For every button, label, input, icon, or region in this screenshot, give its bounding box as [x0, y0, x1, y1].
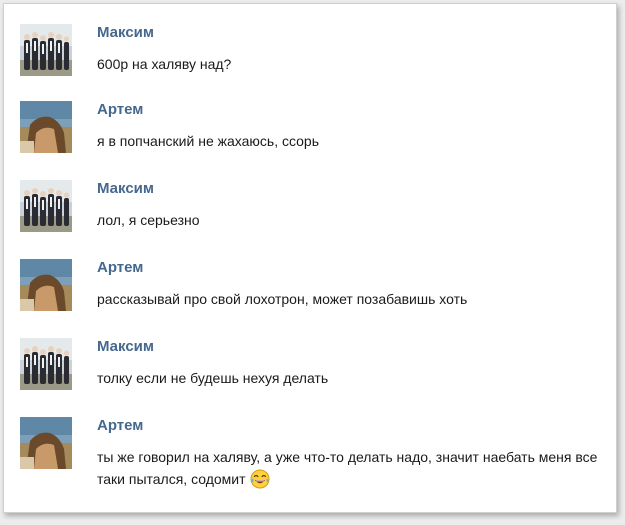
group-photo-icon[interactable]: [20, 24, 72, 76]
message-author[interactable]: Артем: [97, 417, 143, 434]
message-author[interactable]: Максим: [97, 338, 154, 355]
dialog-screenshot: Максим 600р на халяву над? Артем я в поп…: [3, 3, 617, 513]
message-text: лол, я серьезно: [97, 212, 200, 228]
message-text: толку если не будешь нехуя делать: [97, 370, 329, 386]
message-text: ты же говорил на халяву, а уже что-то де…: [97, 446, 607, 495]
person-photo-icon[interactable]: [20, 259, 72, 311]
message-author[interactable]: Артем: [97, 259, 143, 276]
message-author[interactable]: Артем: [97, 101, 143, 118]
group-photo-icon[interactable]: [20, 338, 72, 390]
message-author[interactable]: Максим: [97, 180, 154, 197]
person-photo-icon[interactable]: [20, 101, 72, 153]
laughing-tears-emoji-icon: [250, 469, 270, 495]
message-text: рассказывай про свой лохотрон, может поз…: [97, 291, 468, 307]
message-author[interactable]: Максим: [97, 24, 154, 41]
message-text: 600р на халяву над?: [97, 56, 232, 72]
message-text-content: ты же говорил на халяву, а уже что-то де…: [97, 449, 598, 487]
message-text: я в попчанский не жахаюсь, ссорь: [97, 133, 319, 149]
group-photo-icon[interactable]: [20, 180, 72, 232]
person-photo-icon[interactable]: [20, 417, 72, 469]
